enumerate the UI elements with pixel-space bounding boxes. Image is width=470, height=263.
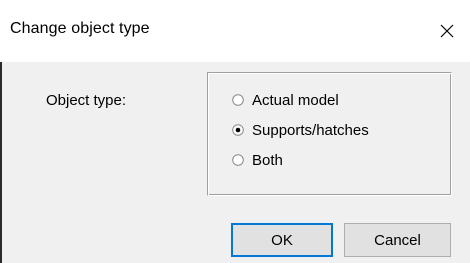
ok-button[interactable]: OK xyxy=(231,223,333,257)
window-title: Change object type xyxy=(10,20,150,37)
radio-label-actual-model: Actual model xyxy=(252,91,339,109)
radio-supports-hatches[interactable]: Supports/hatches xyxy=(232,120,369,140)
cancel-button[interactable]: Cancel xyxy=(344,223,451,257)
close-button[interactable] xyxy=(424,0,470,62)
change-object-type-dialog: Change object type Object type: Actual m… xyxy=(0,0,470,263)
object-type-group: Actual model Supports/hatches Both xyxy=(207,72,452,196)
radio-unselected-icon xyxy=(232,94,244,106)
window-left-edge xyxy=(0,62,2,263)
title-bar: Change object type xyxy=(0,0,470,62)
radio-actual-model[interactable]: Actual model xyxy=(232,90,339,110)
radio-label-both: Both xyxy=(252,151,283,169)
radio-selected-icon xyxy=(232,124,244,136)
close-icon xyxy=(440,24,454,38)
radio-label-supports-hatches: Supports/hatches xyxy=(252,121,369,139)
radio-both[interactable]: Both xyxy=(232,150,283,170)
radio-unselected-icon xyxy=(232,154,244,166)
object-type-label: Object type: xyxy=(46,92,127,109)
